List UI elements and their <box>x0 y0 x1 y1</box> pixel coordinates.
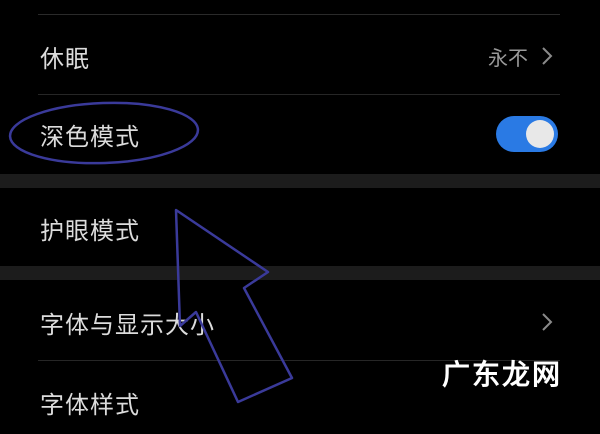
section-separator <box>0 174 600 188</box>
sleep-setting-row[interactable]: 休眠 永不 <box>0 24 600 88</box>
eye-comfort-setting-row[interactable]: 护眼模式 <box>0 196 600 260</box>
font-style-label: 字体样式 <box>40 390 140 419</box>
chevron-right-icon <box>542 313 553 331</box>
sleep-label: 休眠 <box>40 44 90 73</box>
sleep-value: 永不 <box>488 45 528 70</box>
font-display-size-label: 字体与显示大小 <box>40 310 215 339</box>
eye-comfort-label: 护眼模式 <box>40 216 140 245</box>
font-display-size-setting-row[interactable]: 字体与显示大小 <box>0 290 600 354</box>
dark-mode-toggle[interactable] <box>496 116 558 152</box>
dark-mode-label: 深色模式 <box>40 122 140 151</box>
dark-mode-toggle-group <box>496 116 558 152</box>
chevron-right-icon <box>542 47 553 65</box>
toggle-knob <box>526 120 554 148</box>
sleep-value-group: 永不 <box>488 42 558 71</box>
dark-mode-setting-row: 深色模式 <box>0 100 600 168</box>
watermark-logo: 广东龙网 <box>441 358 562 391</box>
top-divider <box>38 14 560 15</box>
section-separator <box>0 266 600 280</box>
font-display-size-chevron-group <box>536 311 558 333</box>
divider <box>38 94 560 95</box>
